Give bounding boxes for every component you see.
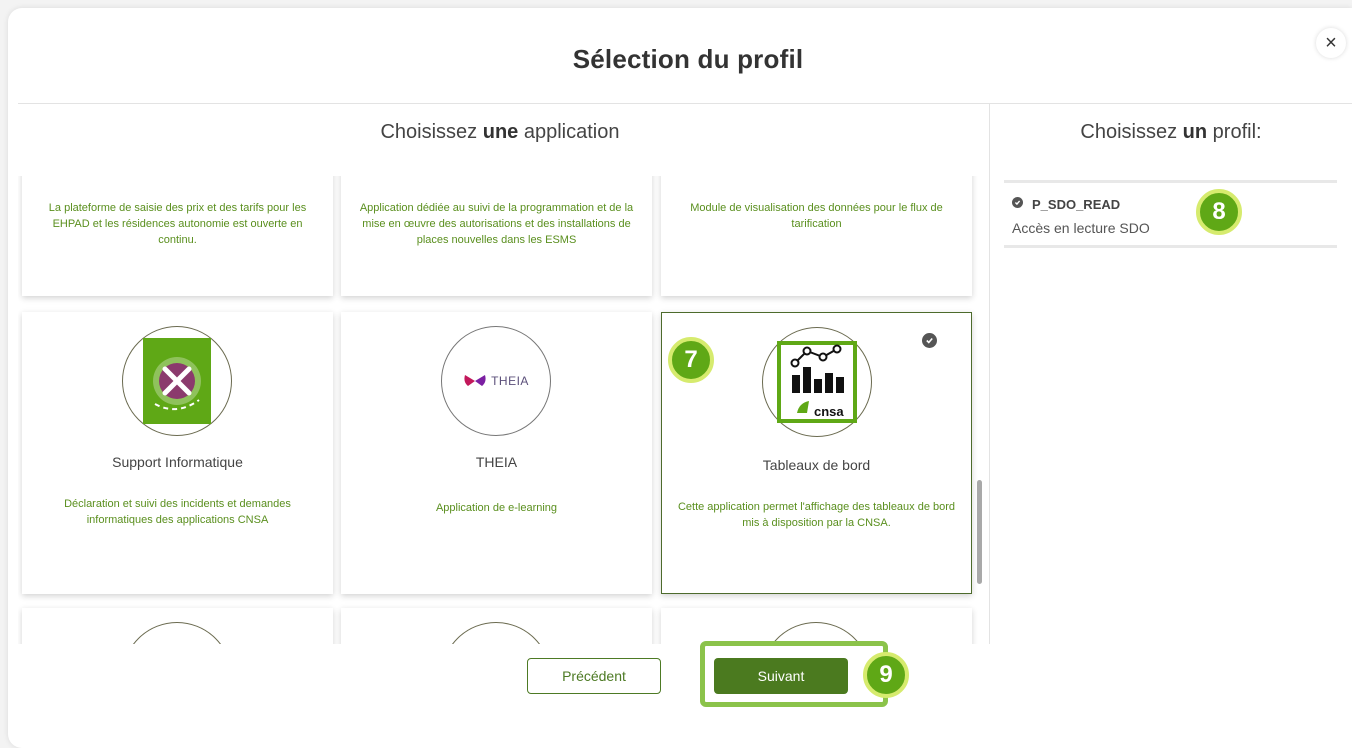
app-logo <box>122 326 232 436</box>
app-card-support-informatique[interactable]: Support Informatique Déclaration et suiv… <box>22 312 333 594</box>
apps-grid[interactable]: La plateforme de saisie des prix et des … <box>18 176 978 644</box>
apps-section-title: Choisissez une application <box>380 121 620 143</box>
previous-button[interactable]: Précédent <box>527 658 661 694</box>
app-card-row3-3[interactable] <box>661 608 972 644</box>
column-divider <box>989 104 990 644</box>
wrench-screwdriver-icon <box>143 338 211 424</box>
cnsa-logo-text: cnsa <box>814 404 844 419</box>
app-description: Application de e-learning <box>435 502 558 514</box>
app-name: Support Informatique <box>112 454 243 470</box>
app-logo <box>441 622 551 644</box>
app-description: Module de visualisation des données pour… <box>690 202 943 230</box>
app-card-theia[interactable]: THEIA THEIA Application de e-learning <box>341 312 652 594</box>
close-icon: × <box>1325 32 1337 54</box>
step-badge-9: 9 <box>863 652 909 698</box>
profile-item-p-sdo-read[interactable]: P_SDO_READ Accès en lecture SDO <box>1004 180 1337 248</box>
profile-check-icon <box>1012 197 1023 208</box>
app-description: La plateforme de saisie des prix et des … <box>48 202 307 246</box>
app-name: THEIA <box>475 454 518 470</box>
profile-description: Accès en lecture SDO <box>1012 220 1150 236</box>
app-description: Cette application permet l'affichage des… <box>677 501 956 529</box>
close-button[interactable]: × <box>1316 28 1346 58</box>
app-card-programmation[interactable]: Application dédiée au suivi de la progra… <box>341 176 652 296</box>
step-badge-8: 8 <box>1196 189 1242 235</box>
header-divider <box>18 103 1352 104</box>
app-description: Déclaration et suivi des incidents et de… <box>64 498 291 526</box>
butterfly-icon <box>464 375 486 386</box>
app-card-row3-2[interactable] <box>341 608 652 644</box>
app-logo: THEIA <box>441 326 551 436</box>
app-description: Application dédiée au suivi de la progra… <box>359 202 634 246</box>
step-badge-7: 7 <box>668 337 714 383</box>
apps-scrollbar[interactable] <box>977 480 982 584</box>
profile-code: P_SDO_READ <box>1032 197 1121 212</box>
app-name: Tableaux de bord <box>762 457 871 473</box>
selected-check-icon <box>922 333 937 348</box>
app-card-row3-1[interactable] <box>22 608 333 644</box>
theia-logo-text: THEIA <box>491 374 529 388</box>
app-logo <box>122 622 232 644</box>
next-button[interactable]: Suivant <box>714 658 848 694</box>
profile-section-title: Choisissez un profil: <box>1080 121 1262 143</box>
app-card-prix-tarifs[interactable]: La plateforme de saisie des prix et des … <box>22 176 333 296</box>
app-logo: cnsa <box>762 327 872 437</box>
app-card-visualisation[interactable]: Module de visualisation des données pour… <box>661 176 972 296</box>
modal-title: Sélection du profil <box>572 44 804 74</box>
